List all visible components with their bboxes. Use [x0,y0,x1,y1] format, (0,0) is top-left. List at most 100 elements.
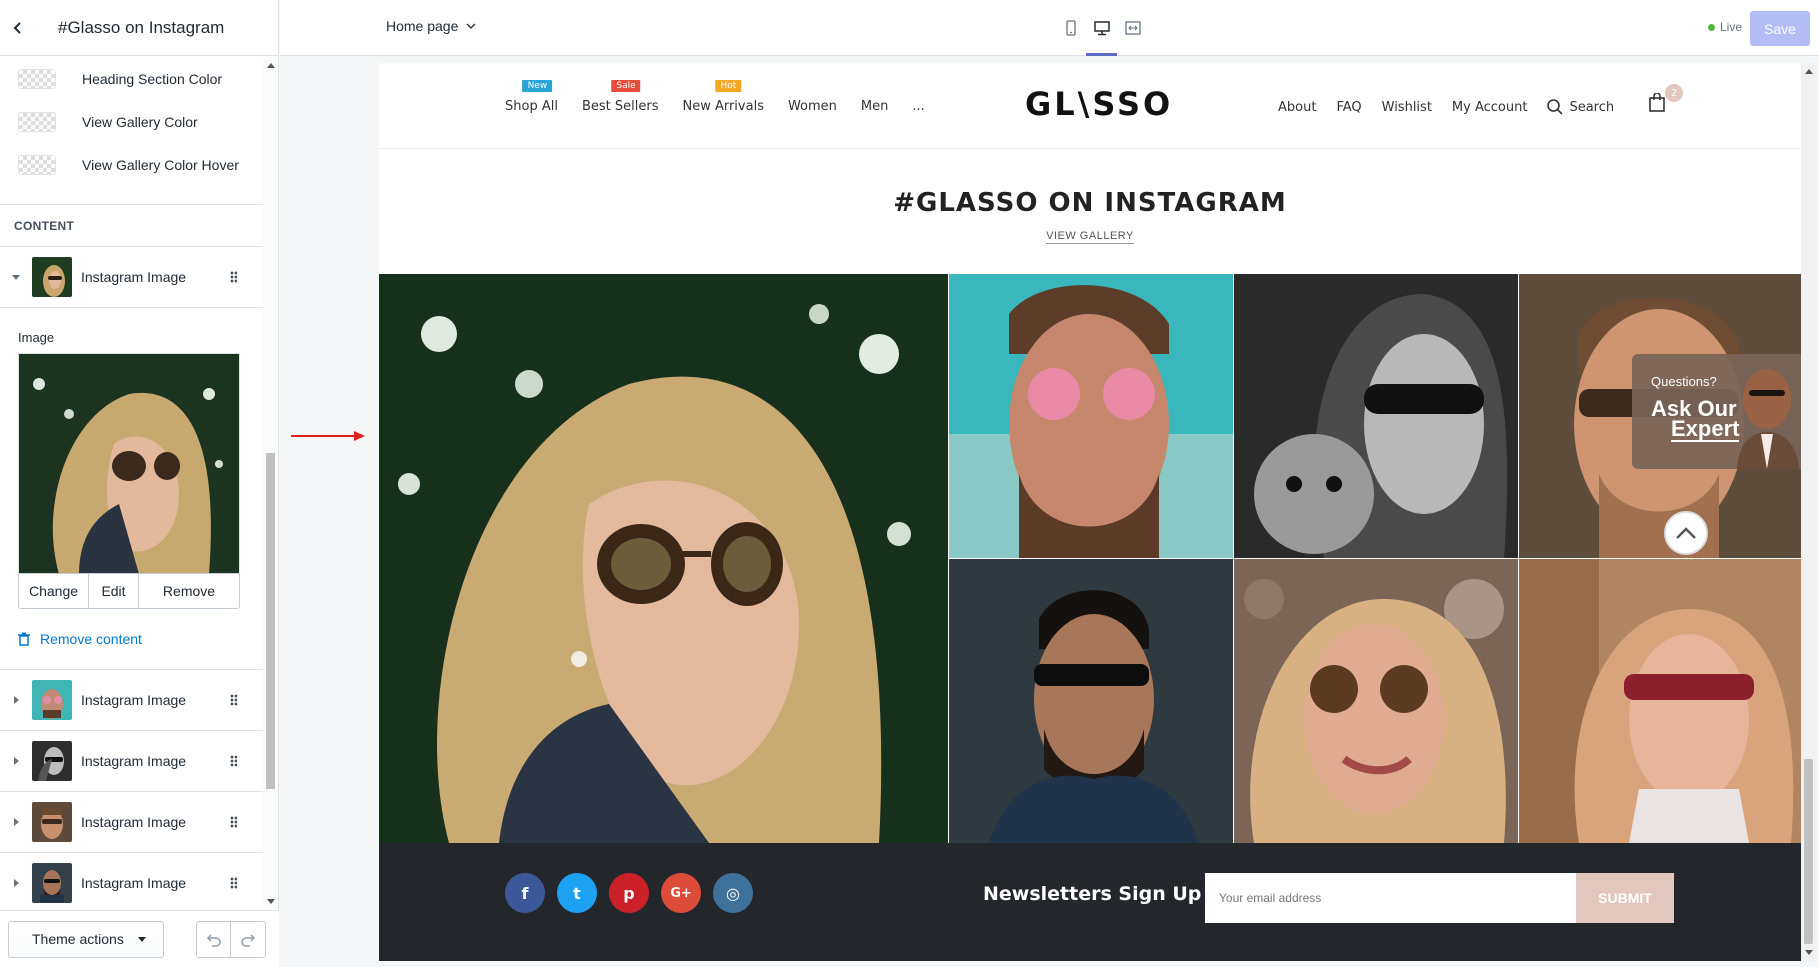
remove-content-link[interactable]: Remove content [18,609,245,669]
mobile-icon [1065,20,1076,36]
theme-actions-label: Theme actions [32,931,124,947]
edit-image-button[interactable]: Edit [89,574,139,608]
back-button[interactable] [0,0,36,56]
expand-toggle[interactable] [0,696,32,704]
page-selector[interactable]: Home page [386,18,476,34]
fullscreen-view-button[interactable] [1117,0,1148,56]
store-logo[interactable]: GL\SSO [1025,85,1173,123]
drag-handle-icon[interactable] [230,877,237,889]
color-swatch[interactable] [18,68,56,89]
ask-expert-widget[interactable]: Questions? Ask Our Expert [1632,354,1801,469]
drag-handle-icon[interactable] [230,694,237,706]
caret-right-icon [13,879,19,887]
mobile-view-button[interactable] [1055,0,1086,56]
caret-right-icon [13,696,19,704]
instagram-gallery [379,274,1801,843]
image-setting-label: Image [18,330,55,345]
chevron-down-icon [466,23,476,29]
twitter-icon[interactable]: t [557,873,597,913]
redo-button[interactable] [231,922,265,957]
menu-item-faq[interactable]: FAQ [1336,100,1361,115]
store-preview: New Shop All Sale Best Sellers Hot New A… [379,63,1801,961]
scroll-up-arrow-icon[interactable] [267,63,275,68]
device-toggle [1055,0,1148,56]
content-block[interactable]: Instagram Image [0,852,263,910]
gallery-image[interactable] [1234,559,1518,843]
menu-item-best-sellers[interactable]: Sale Best Sellers [581,80,659,114]
content-block[interactable]: Instagram Image [0,730,263,791]
expand-toggle[interactable] [0,818,32,826]
undo-button[interactable] [197,921,231,957]
block-label: Instagram Image [81,692,187,708]
menu-item-my-account[interactable]: My Account [1452,100,1528,115]
collapse-toggle[interactable] [0,274,32,280]
main-menu: New Shop All Sale Best Sellers Hot New A… [505,80,949,114]
email-field[interactable]: Your email address [1205,873,1576,923]
color-setting-view-gallery[interactable]: View Gallery Color [0,100,263,143]
theme-actions-button[interactable]: Theme actions [8,920,164,958]
drag-handle-icon[interactable] [230,755,237,767]
scroll-down-arrow-icon[interactable] [1805,950,1813,955]
desktop-view-button[interactable] [1086,0,1117,56]
pinterest-icon[interactable]: p [609,873,649,913]
menu-item-new-arrivals[interactable]: Hot New Arrivals [682,80,764,114]
menu-item-shop-all[interactable]: New Shop All [505,80,558,114]
cart-button[interactable]: 2 [1649,84,1683,116]
live-label: Live [1720,20,1743,34]
sidebar-footer: Theme actions [0,910,279,967]
menu-item-label: Women [787,99,837,114]
expand-toggle[interactable] [0,757,32,765]
cart-count-badge: 2 [1665,84,1683,102]
menu-item-women[interactable]: Women [788,99,837,114]
menu-item-label: Best Sellers [581,99,659,114]
submit-button[interactable]: SUBMIT [1576,873,1674,923]
menu-more[interactable]: ... [912,99,924,114]
color-swatch[interactable] [18,111,56,132]
color-setting-view-gallery-hover[interactable]: View Gallery Color Hover [0,143,263,186]
change-image-button[interactable]: Change [19,574,89,608]
undo-icon [206,934,221,947]
image-preview [18,353,240,573]
instagram-section-title: #GLASSO ON INSTAGRAM [893,188,1287,218]
gallery-image[interactable] [949,559,1233,843]
store-header: New Shop All Sale Best Sellers Hot New A… [379,63,1801,149]
save-button[interactable]: Save [1750,11,1810,46]
remove-image-button[interactable]: Remove [139,574,239,608]
hot-badge: Hot [715,80,742,92]
scrollbar-thumb[interactable] [266,453,275,789]
remove-content-label: Remove content [40,631,142,647]
gallery-image-large[interactable] [379,274,948,843]
drag-handle-icon[interactable] [230,271,237,283]
scrollbar-thumb[interactable] [1804,759,1813,944]
content-block[interactable]: Instagram Image [0,791,263,852]
block-label: Instagram Image [81,875,187,891]
facebook-icon[interactable]: f [505,873,545,913]
sidebar-scrollbar[interactable] [263,57,278,910]
color-swatch[interactable] [18,154,56,175]
block-label: Instagram Image [81,269,187,285]
menu-item-men[interactable]: Men [861,99,888,114]
view-gallery-link[interactable]: VIEW GALLERY [379,230,1801,244]
gallery-image[interactable] [1519,559,1801,843]
preview-scrollbar[interactable] [1801,63,1817,961]
google-plus-icon[interactable]: G+ [661,873,701,913]
menu-item-wishlist[interactable]: Wishlist [1382,100,1432,115]
drag-handle-icon[interactable] [230,816,237,828]
scroll-down-arrow-icon[interactable] [267,899,275,904]
live-status: Live [1708,20,1742,34]
color-setting-heading[interactable]: Heading Section Color [0,57,263,100]
caret-down-icon [12,274,20,280]
gallery-image[interactable] [949,274,1233,558]
block-thumbnail [32,741,72,781]
search-link[interactable]: Search [1547,99,1634,115]
search-label: Search [1569,99,1615,115]
instagram-icon[interactable]: ◎ [713,873,753,913]
gallery-image[interactable] [1234,274,1518,558]
content-block-expanded[interactable]: Instagram Image [0,246,263,307]
expand-toggle[interactable] [0,879,32,887]
scroll-up-arrow-icon[interactable] [1805,69,1813,74]
scroll-to-top-button[interactable] [1664,511,1708,555]
content-block[interactable]: Instagram Image [0,669,263,730]
menu-item-about[interactable]: About [1278,100,1316,115]
image-actions: Change Edit Remove [18,573,240,609]
